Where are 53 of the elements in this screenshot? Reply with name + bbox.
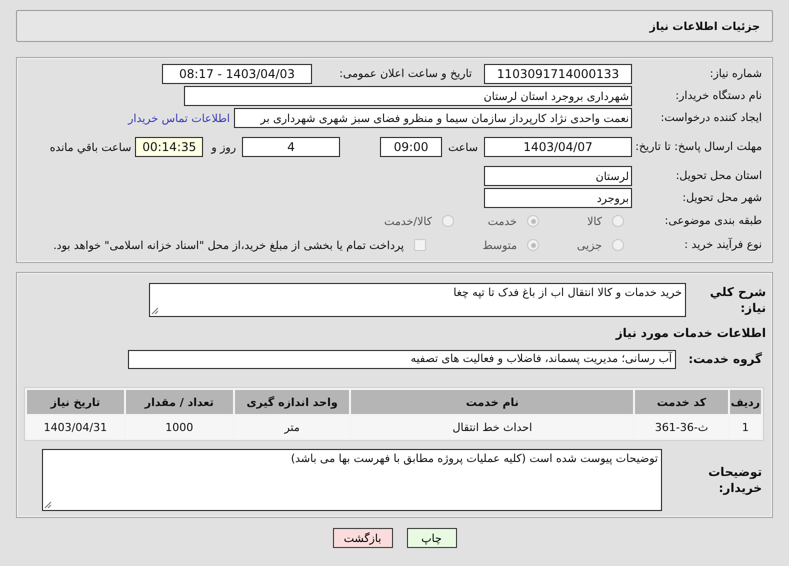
deadline-date-field[interactable]: 1403/04/07 — [484, 137, 632, 157]
radio-button[interactable] — [527, 215, 539, 227]
section-title: اطلاعات خدمات مورد نیاز — [614, 325, 766, 341]
radio-button[interactable] — [527, 239, 539, 251]
time-label: ساعت — [448, 140, 478, 154]
back-button[interactable]: بازگشت — [332, 528, 392, 548]
service-group-field[interactable]: آب رسانی؛ مدیریت پسماند، فاضلاب و فعالیت های تصفیه — [128, 350, 676, 368]
remaining-label: ساعت باقي مانده — [50, 140, 132, 154]
field-label: نام دستگاه خریدار: — [674, 88, 762, 104]
buyer-contact-link[interactable]: اطلاعات تماس خریدار — [128, 112, 230, 124]
radio-label: جزیی — [576, 238, 602, 252]
description-field[interactable]: خرید خدمات و کالا انتقال اب از باغ فدک تا تپه چغا — [149, 283, 686, 317]
remaining-time-field: 00:14:35 — [135, 137, 204, 157]
days-field[interactable]: 4 — [242, 137, 340, 157]
radio-button[interactable] — [612, 239, 624, 251]
radio-button[interactable] — [612, 215, 624, 227]
field-label: شهر محل تحویل: — [681, 190, 762, 206]
field-label: شماره نیاز: — [708, 66, 762, 82]
city-field[interactable]: بروجرد — [484, 188, 632, 208]
field-label: استان محل تحویل: — [674, 168, 762, 184]
days-label: روز و — [211, 140, 236, 154]
field-label: شرح کلي نیاز: — [708, 284, 766, 316]
column-header: ردیف — [730, 390, 761, 414]
column-header: واحد اندازه گیری — [234, 390, 350, 414]
resize-grip-icon — [44, 501, 52, 509]
column-header: تاریخ نیاز — [27, 390, 124, 414]
resize-grip-icon — [151, 307, 159, 315]
need-number-field[interactable]: 1103091714000133 — [484, 64, 632, 84]
page-title: جزئیات اطلاعات نیاز — [650, 20, 760, 32]
field-label: گروه خدمت: — [687, 351, 763, 367]
payment-note: پرداخت تمام یا بخشی از مبلغ خرید،از محل "اسناد خزانه اسلامی" خواهد بود. — [53, 238, 404, 252]
checkbox[interactable] — [414, 239, 426, 251]
field-label: تاریخ و ساعت اعلان عمومی: — [338, 66, 473, 82]
column-header: کد خدمت — [635, 390, 728, 414]
deadline-time-field[interactable]: 09:00 — [380, 137, 442, 157]
field-label: مهلت ارسال پاسخ: تا تاریخ: — [634, 139, 762, 155]
field-label: توضیحات خریدار: — [707, 464, 763, 496]
field-label: طبقه بندی موضوعی: — [664, 213, 762, 229]
buyer-name-field[interactable]: شهرداری بروجرد استان لرستان — [184, 86, 632, 106]
print-button[interactable]: چاپ — [406, 528, 456, 548]
province-field[interactable]: لرستان — [484, 166, 632, 186]
field-label: نوع فرآیند خرید : — [683, 237, 762, 253]
radio-label: کالا — [587, 214, 602, 228]
column-header: نام خدمت — [351, 390, 634, 414]
announce-date-field[interactable]: 1403/04/03 - 08:17 — [162, 64, 312, 84]
buyer-notes-field[interactable]: توضیحات پیوست شده است (کلیه عملیات پروژه مطابق با فهرست بها می باشد) — [42, 449, 662, 511]
radio-label: کالا/خدمت — [384, 214, 432, 228]
column-header: تعداد / مقدار — [126, 390, 233, 414]
creator-field[interactable]: نعمت واحدی نژاد کارپرداز سازمان سیما و منظرو فضای سبز شهری شهرداری بر — [234, 108, 632, 128]
radio-label: متوسط — [482, 238, 517, 252]
radio-button[interactable] — [442, 215, 454, 227]
radio-label: خدمت — [488, 214, 517, 228]
field-label: ایجاد کننده درخواست: — [660, 110, 762, 126]
